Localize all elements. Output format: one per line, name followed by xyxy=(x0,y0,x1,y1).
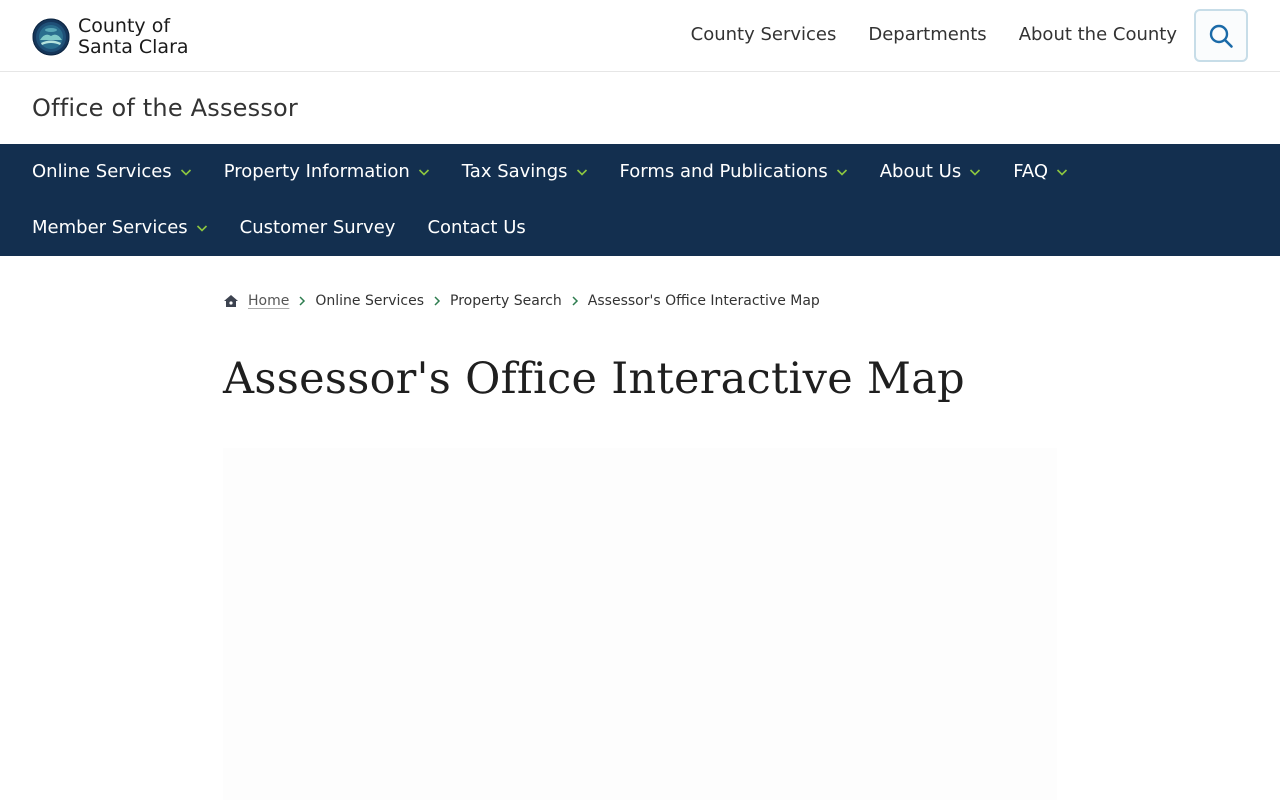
logo-text: County of Santa Clara xyxy=(78,16,189,58)
site-header: County of Santa Clara County Services De… xyxy=(0,0,1280,72)
logo-line2: Santa Clara xyxy=(78,36,189,58)
nav-label: FAQ xyxy=(1013,161,1049,182)
main-nav-row-1: Online Services Property Information Tax… xyxy=(32,160,1068,184)
nav-label: Forms and Publications xyxy=(619,161,828,182)
topnav-county-services[interactable]: County Services xyxy=(691,24,837,46)
nav-customer-survey[interactable]: Customer Survey xyxy=(240,216,396,240)
chevron-right-icon xyxy=(299,296,306,306)
breadcrumb-home[interactable]: Home xyxy=(248,293,289,309)
nav-label: Tax Savings xyxy=(461,161,568,182)
nav-online-services[interactable]: Online Services xyxy=(32,160,192,184)
nav-label: Member Services xyxy=(32,217,188,238)
nav-member-services[interactable]: Member Services xyxy=(32,216,208,240)
search-icon xyxy=(1209,24,1233,48)
chevron-down-icon xyxy=(576,169,587,176)
interactive-map-frame[interactable] xyxy=(223,448,1057,800)
nav-forms-and-publications[interactable]: Forms and Publications xyxy=(620,160,848,184)
office-title[interactable]: Office of the Assessor xyxy=(32,94,298,122)
breadcrumb: Home Online Services Property Search Ass… xyxy=(223,293,820,309)
chevron-down-icon xyxy=(180,169,191,176)
page-title: Assessor's Office Interactive Map xyxy=(223,354,966,404)
nav-about-us[interactable]: About Us xyxy=(880,160,982,184)
county-seal-icon xyxy=(32,18,70,56)
chevron-down-icon xyxy=(970,169,981,176)
chevron-down-icon xyxy=(836,169,847,176)
nav-property-information[interactable]: Property Information xyxy=(224,160,430,184)
nav-contact-us[interactable]: Contact Us xyxy=(427,216,525,240)
top-navigation: County Services Departments About the Co… xyxy=(691,24,1177,46)
breadcrumb-property-search[interactable]: Property Search xyxy=(450,293,562,309)
chevron-down-icon xyxy=(418,169,429,176)
nav-faq[interactable]: FAQ xyxy=(1013,160,1068,184)
chevron-right-icon xyxy=(434,296,441,306)
chevron-down-icon xyxy=(196,225,207,232)
nav-label: Property Information xyxy=(223,161,410,182)
breadcrumb-online-services[interactable]: Online Services xyxy=(315,293,424,309)
nav-label: Contact Us xyxy=(427,217,526,238)
nav-label: Online Services xyxy=(32,161,172,182)
topnav-about-the-county[interactable]: About the County xyxy=(1019,24,1177,46)
breadcrumb-current: Assessor's Office Interactive Map xyxy=(587,293,820,309)
search-button[interactable] xyxy=(1194,9,1248,62)
county-logo-link[interactable]: County of Santa Clara xyxy=(32,16,189,58)
logo-line1: County of xyxy=(78,15,171,37)
main-nav-row-2: Member Services Customer Survey Contact … xyxy=(32,216,526,240)
chevron-down-icon xyxy=(1057,169,1068,176)
nav-label: Customer Survey xyxy=(239,217,396,238)
nav-label: About Us xyxy=(879,161,962,182)
home-icon xyxy=(224,295,238,307)
chevron-right-icon xyxy=(572,296,578,306)
nav-tax-savings[interactable]: Tax Savings xyxy=(462,160,588,184)
topnav-departments[interactable]: Departments xyxy=(868,24,986,46)
